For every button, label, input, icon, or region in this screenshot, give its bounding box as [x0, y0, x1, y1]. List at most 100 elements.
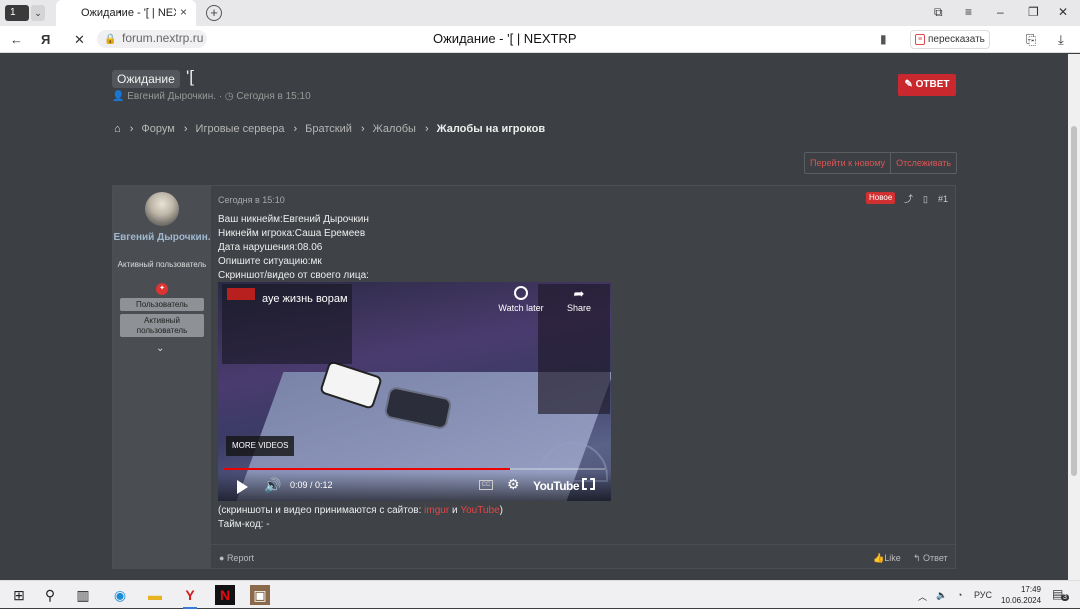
- stop-icon[interactable]: ✕: [74, 32, 85, 48]
- thread-title: '[: [186, 67, 194, 86]
- breadcrumb-current[interactable]: Жалобы на игроков: [437, 123, 545, 135]
- page-title: Ожидание - '[ | NEXTRP: [433, 31, 577, 46]
- taskbar: ⊞ ⚲ ▥ ◉ ▬ Y N ▣ ︿ 🔈 ◔ РУС 17:49 10.06.202…: [0, 580, 1080, 609]
- breadcrumb-item[interactable]: Игровые сервера: [196, 123, 285, 135]
- gear-icon[interactable]: ⚙: [507, 476, 520, 493]
- reply-button[interactable]: ✎ ОТВЕТ: [898, 74, 956, 96]
- more-videos-button[interactable]: MORE VIDEOS: [226, 436, 295, 456]
- retell-icon: ≡: [915, 34, 925, 45]
- bookmark-icon[interactable]: ▯: [923, 194, 928, 204]
- browser-tab[interactable]: • Ожидание - '[ | NEXTRP ×: [56, 0, 196, 26]
- window-close-icon[interactable]: ✕: [1058, 5, 1068, 19]
- watch-later-label: Watch later: [498, 303, 544, 313]
- url-text[interactable]: forum.nextrp.ru: [122, 31, 203, 45]
- chevron-down-icon[interactable]: ⌄: [31, 5, 45, 21]
- breadcrumb-item[interactable]: Форум: [141, 123, 174, 135]
- imgur-link[interactable]: imgur: [424, 505, 449, 516]
- breadcrumb-item[interactable]: Жалобы: [373, 123, 416, 135]
- minimize-icon[interactable]: –: [997, 5, 1004, 19]
- reader-icon[interactable]: ⎘: [1026, 32, 1036, 48]
- scrollbar[interactable]: [1068, 54, 1080, 580]
- download-icon[interactable]: ⤓: [1058, 32, 1064, 48]
- answer-button[interactable]: ↰ Ответ: [913, 553, 948, 564]
- post-line: Опишите ситуацию:мк: [218, 256, 322, 267]
- network-icon[interactable]: ◔: [957, 590, 962, 600]
- restore-icon[interactable]: ❐: [1028, 5, 1039, 19]
- like-button[interactable]: 👍Like: [873, 553, 901, 564]
- home-icon[interactable]: ⌂: [114, 123, 121, 135]
- clock-time: 17:49: [1020, 585, 1041, 594]
- and-word: и: [449, 505, 461, 516]
- video-title[interactable]: ауе жизнь ворам: [262, 293, 348, 305]
- yandex-browser-icon[interactable]: Y: [180, 585, 200, 605]
- forum-page: Ожидание '[ 👤 Евгений Дырочкин. · ◷ Сего…: [0, 54, 1068, 580]
- thread-actions: Перейти к новому Отслеживать: [804, 152, 958, 174]
- fullscreen-icon[interactable]: [582, 478, 595, 490]
- language-indicator[interactable]: РУС: [974, 590, 992, 600]
- file-explorer-icon[interactable]: ▬: [145, 585, 165, 605]
- user-banner: Активный пользователь: [120, 314, 204, 337]
- share-icon[interactable]: ⤴: [904, 194, 913, 204]
- game-logo: [227, 288, 255, 300]
- share-arrow-icon: ➦: [573, 286, 585, 301]
- user-icon: 👤: [112, 91, 128, 102]
- thread-meta: 👤 Евгений Дырочкин. · ◷ Сегодня в 15:10: [112, 91, 311, 102]
- user-name[interactable]: Евгений Дырочкин.: [113, 232, 211, 244]
- windows-start-icon[interactable]: ⊞: [9, 585, 29, 605]
- video-time: 0:09 / 0:12: [290, 480, 333, 490]
- breadcrumb-item[interactable]: Братский: [305, 123, 352, 135]
- share-label: Share: [566, 303, 592, 313]
- post-tools: ⤴ ▯ #1: [904, 192, 948, 205]
- post-number[interactable]: #1: [938, 194, 948, 204]
- share-button[interactable]: ➦ Share: [564, 286, 594, 313]
- video-progress-fill: [224, 468, 510, 470]
- youtube-logo[interactable]: YouTube: [533, 479, 580, 493]
- youtube-link[interactable]: YouTube: [460, 505, 499, 516]
- collections-icon[interactable]: ⧉: [934, 5, 943, 20]
- speaker-icon[interactable]: 🔈: [936, 590, 947, 601]
- reply-label: ОТВЕТ: [915, 79, 950, 90]
- captions-icon[interactable]: CC: [479, 480, 493, 490]
- menu-icon[interactable]: ≡: [965, 5, 972, 19]
- thread-date: Сегодня в 15:10: [236, 91, 311, 102]
- watch-button[interactable]: Отслеживать: [890, 153, 956, 173]
- breadcrumb: ⌂ › Форум › Игровые сервера › Братский › Жал…: [114, 123, 551, 135]
- tray-chevron-icon[interactable]: ︿: [918, 590, 927, 603]
- report-button[interactable]: ● Report: [219, 553, 254, 563]
- edge-icon[interactable]: ◉: [110, 585, 130, 605]
- play-icon[interactable]: [237, 480, 248, 494]
- avatar[interactable]: [145, 192, 179, 226]
- chevron-right-icon: ›: [424, 123, 429, 135]
- clock-icon: [514, 286, 528, 300]
- post-line: Ваш никнейм:Евгений Дырочкин: [218, 214, 369, 225]
- search-icon[interactable]: ⚲: [40, 585, 60, 605]
- video-progress-bar[interactable]: [224, 468, 605, 470]
- new-tab-button[interactable]: +: [206, 5, 222, 21]
- back-icon[interactable]: ←: [10, 32, 23, 47]
- thread-prefix: Ожидание: [112, 70, 180, 88]
- retell-button[interactable]: ≡ пересказать: [910, 30, 990, 49]
- report-icon: ●: [219, 553, 227, 563]
- netflix-icon[interactable]: N: [215, 585, 235, 605]
- post: Евгений Дырочкин. Активный пользователь …: [112, 185, 956, 569]
- tab-counter[interactable]: 1: [5, 5, 29, 21]
- close-icon[interactable]: ×: [180, 5, 187, 19]
- watch-later-button[interactable]: Watch later: [496, 286, 546, 313]
- sources-note: (скриншоты и видео принимаются с сайтов:…: [218, 504, 503, 518]
- task-view-icon[interactable]: ▥: [73, 585, 93, 605]
- post-date[interactable]: Сегодня в 15:10: [218, 195, 285, 205]
- tab-title: Ожидание - '[ | NEXTRP: [81, 7, 176, 19]
- youtube-embed[interactable]: ауе жизнь ворам Watch later ➦ Share MORE …: [218, 282, 611, 501]
- go-to-new-button[interactable]: Перейти к новому: [805, 153, 890, 173]
- chevron-down-icon[interactable]: ⌄: [156, 343, 164, 354]
- scroll-thumb[interactable]: [1071, 126, 1077, 476]
- yandex-icon[interactable]: Я: [41, 32, 50, 47]
- thread-author[interactable]: Евгений Дырочкин.: [127, 91, 216, 102]
- bookmark-icon[interactable]: ▮: [880, 32, 887, 46]
- clock[interactable]: 17:49 10.06.2024: [1001, 584, 1041, 606]
- new-badge: Новое: [866, 192, 896, 204]
- post-text: Ваш никнейм:Евгений Дырочкин Никнейм игр…: [218, 213, 369, 283]
- app-icon[interactable]: ▣: [250, 585, 270, 605]
- post-line: Скриншот/видео от своего лица:: [218, 270, 369, 281]
- volume-icon[interactable]: 🔊: [264, 477, 281, 494]
